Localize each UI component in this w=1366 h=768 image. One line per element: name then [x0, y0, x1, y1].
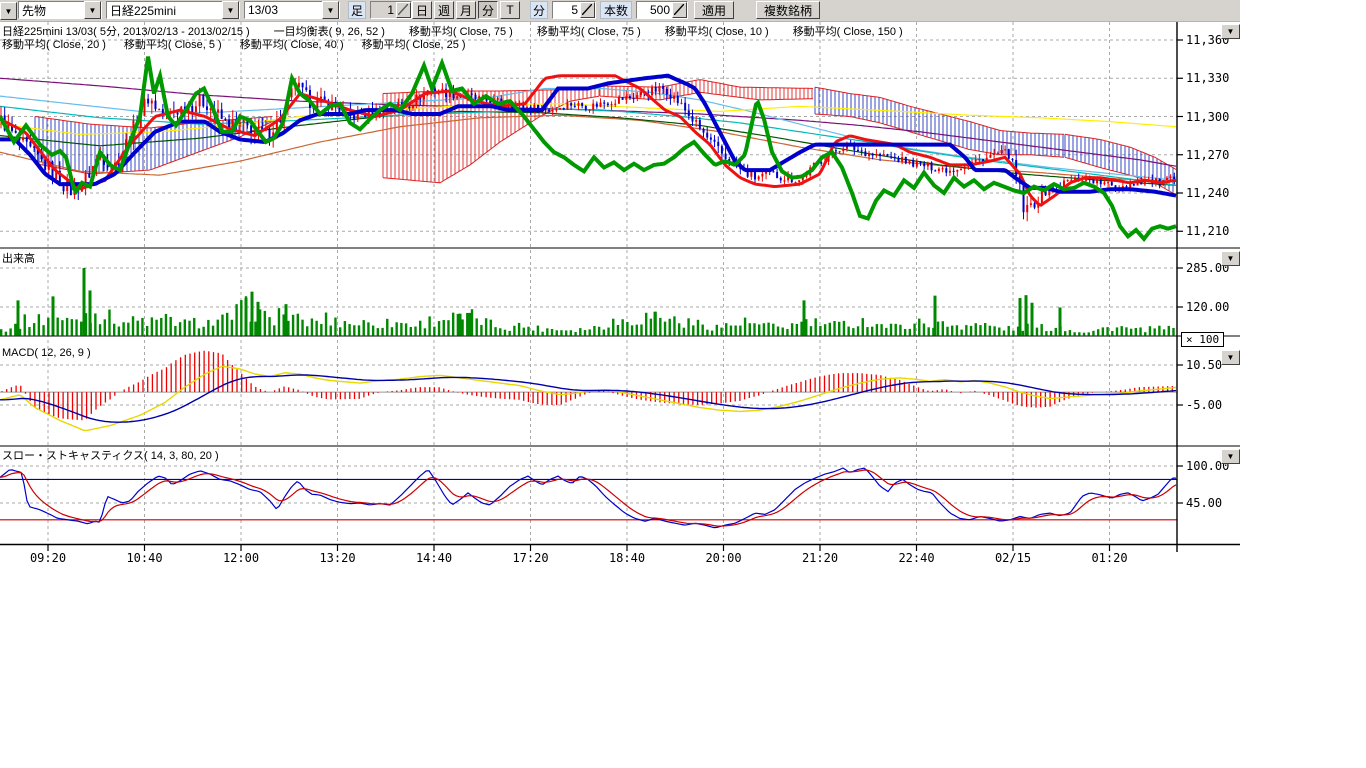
time-axis-label: 22:40: [898, 551, 934, 565]
price-axis-label: 11,210: [1186, 224, 1229, 238]
volume-panel-label: 出来高: [2, 250, 35, 266]
indicator-legend-line2: 移動平均( Close, 20 ) 移動平均( Close, 5 ) 移動平均( C…: [2, 36, 466, 52]
macd-axis-label: 10.50: [1186, 358, 1222, 372]
time-axis-label: 13:20: [319, 551, 355, 565]
time-axis-label: 09:20: [30, 551, 66, 565]
price-panel-dropdown-button[interactable]: ▼: [1221, 24, 1240, 39]
price-axis-label: 11,300: [1186, 110, 1229, 124]
price-axis-label: 11,270: [1186, 148, 1229, 162]
legend-item-1: 移動平均( Close, 5 ): [124, 36, 222, 52]
chevron-down-icon: ▼: [1227, 27, 1235, 36]
legend-item-0: 移動平均( Close, 20 ): [2, 36, 106, 52]
time-axis-label: 02/15: [995, 551, 1031, 565]
macd-panel-label: MACD( 12, 26, 9 ): [2, 347, 91, 359]
chart-canvas: [0, 0, 1240, 580]
volume-axis-label: 120.00: [1186, 300, 1229, 314]
time-axis-label: 14:40: [416, 551, 452, 565]
chart-application-window: ▼ 先物 ▼ 日経225mini ▼ 13/03 ▼ 足 1 分 5 本数 50…: [0, 0, 1366, 768]
macd-panel-dropdown-button[interactable]: ▼: [1221, 350, 1240, 365]
time-axis-label: 20:00: [705, 551, 741, 565]
price-axis-label: 11,240: [1186, 186, 1229, 200]
price-axis-label: 11,330: [1186, 71, 1229, 85]
time-axis-label: 01:20: [1091, 551, 1127, 565]
chevron-down-icon: ▼: [1227, 254, 1235, 263]
stoch-panel-dropdown-button[interactable]: ▼: [1221, 449, 1240, 464]
stoch-panel-label: スロー・ストキャスティクス( 14, 3, 80, 20 ): [2, 447, 219, 463]
chevron-down-icon: ▼: [1227, 452, 1235, 461]
legend-item-5: 移動平均( Close, 150 ): [793, 23, 903, 39]
volume-panel-dropdown-button[interactable]: ▼: [1221, 251, 1240, 266]
legend-item-3: 移動平均( Close, 25 ): [362, 36, 466, 52]
stoch-axis-label: 45.00: [1186, 496, 1222, 510]
volume-multiplier-box: × 100: [1181, 332, 1224, 347]
chevron-down-icon: ▼: [1227, 353, 1235, 362]
time-axis-label: 21:20: [802, 551, 838, 565]
legend-item-2: 移動平均( Close, 40 ): [240, 36, 344, 52]
time-axis-label: 10:40: [126, 551, 162, 565]
time-axis-label: 18:40: [609, 551, 645, 565]
time-axis-label: 17:20: [512, 551, 548, 565]
legend-item-3: 移動平均( Close, 75 ): [537, 23, 641, 39]
macd-axis-label: -5.00: [1186, 398, 1222, 412]
time-axis-label: 12:00: [223, 551, 259, 565]
legend-item-4: 移動平均( Close, 10 ): [665, 23, 769, 39]
